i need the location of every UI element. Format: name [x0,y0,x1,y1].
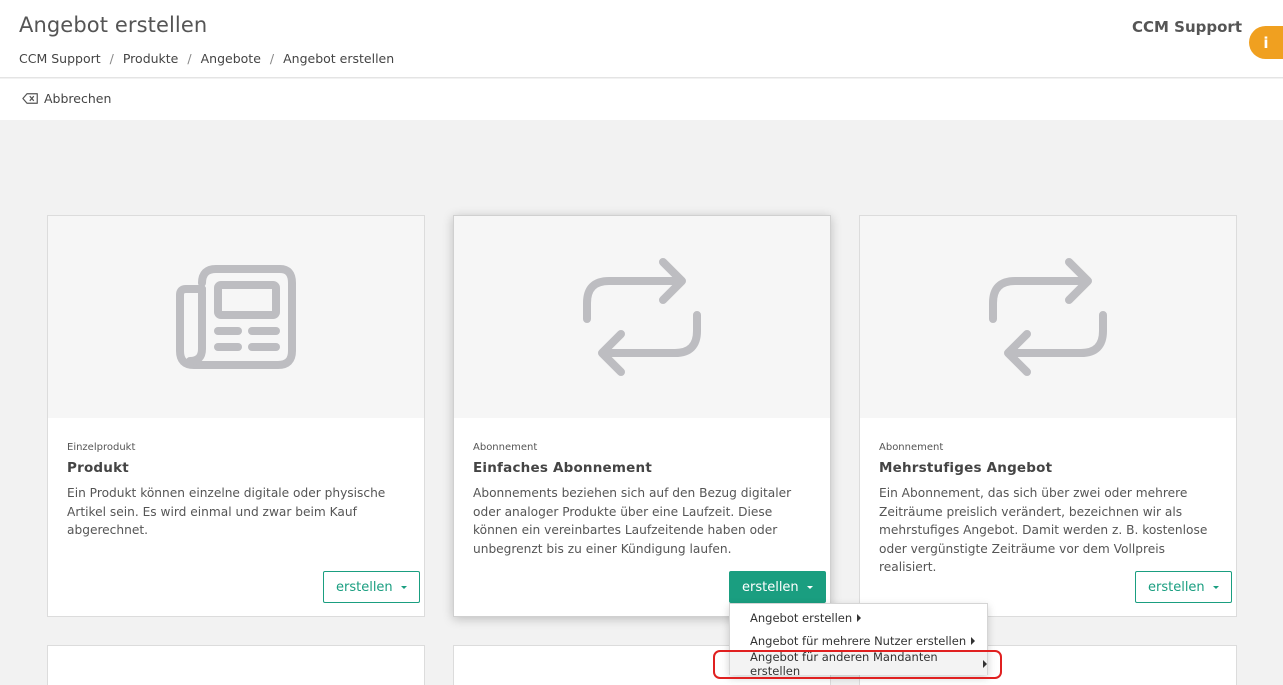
card-description: Ein Produkt können einzelne digitale ode… [67,486,386,537]
card-category: Abonnement [473,442,538,453]
caret-down-icon [1212,585,1219,589]
caret-down-icon [806,585,813,589]
offer-type-card [47,645,425,685]
repeat-arrows-icon [989,258,1107,376]
card-description: Ein Abonnement, das sich über zwei oder … [879,486,1208,574]
caret-right-icon [857,613,862,622]
cancel-button[interactable]: Abbrechen [22,91,111,106]
card-category: Einzelprodukt [67,442,136,453]
create-button[interactable]: erstellen [729,571,826,603]
newspaper-icon [176,265,296,369]
card-title: Produkt [67,460,129,476]
toolbar: Abbrechen [0,79,1283,120]
menu-item-label: Angebot erstellen [750,610,853,625]
card-category: Abonnement [879,442,944,453]
offer-type-card-produkt: Einzelprodukt Produkt Ein Produkt können… [47,215,425,617]
breadcrumb-produkte[interactable]: Produkte [123,51,179,66]
breadcrumb-angebote[interactable]: Angebote [201,51,261,66]
card-media [48,216,424,418]
info-icon[interactable]: i [1249,26,1283,59]
page-title: Angebot erstellen [19,13,208,37]
create-button-label: erstellen [336,579,393,595]
create-button-label: erstellen [1148,579,1205,595]
menu-item-angebot-erstellen[interactable]: Angebot erstellen [730,606,987,629]
page-header: Angebot erstellen CCM Support / Produkte… [0,0,1283,78]
breadcrumb-separator: / [109,51,114,66]
breadcrumb-current: Angebot erstellen [283,51,395,66]
card-media [860,216,1236,418]
cancel-label: Abbrechen [44,91,112,106]
offer-type-card-einfaches-abonnement: Abonnement Einfaches Abonnement Abonneme… [453,215,831,617]
breadcrumb-separator: / [187,51,192,66]
create-button[interactable]: erstellen [1135,571,1232,603]
create-button[interactable]: erstellen [323,571,420,603]
backspace-icon [22,93,38,104]
menu-item-label: Angebot für mehrere Nutzer erstellen [750,633,967,648]
user-name[interactable]: CCM Support [1132,18,1242,36]
caret-right-icon [971,636,976,645]
card-title: Mehrstufiges Angebot [879,460,1053,476]
card-media [454,216,830,418]
card-title: Einfaches Abonnement [473,460,652,476]
breadcrumb-ccm-support[interactable]: CCM Support [19,51,101,66]
offer-type-card-mehrstufiges-angebot: Abonnement Mehrstufiges Angebot Ein Abon… [859,215,1237,617]
repeat-arrows-icon [583,258,701,376]
card-description: Abonnements beziehen sich auf den Bezug … [473,486,792,556]
breadcrumb: CCM Support / Produkte / Angebote / Ange… [19,51,394,66]
annotation-highlight [713,650,1002,679]
breadcrumb-separator: / [269,51,275,66]
caret-down-icon [400,585,407,589]
create-button-label: erstellen [742,579,799,595]
